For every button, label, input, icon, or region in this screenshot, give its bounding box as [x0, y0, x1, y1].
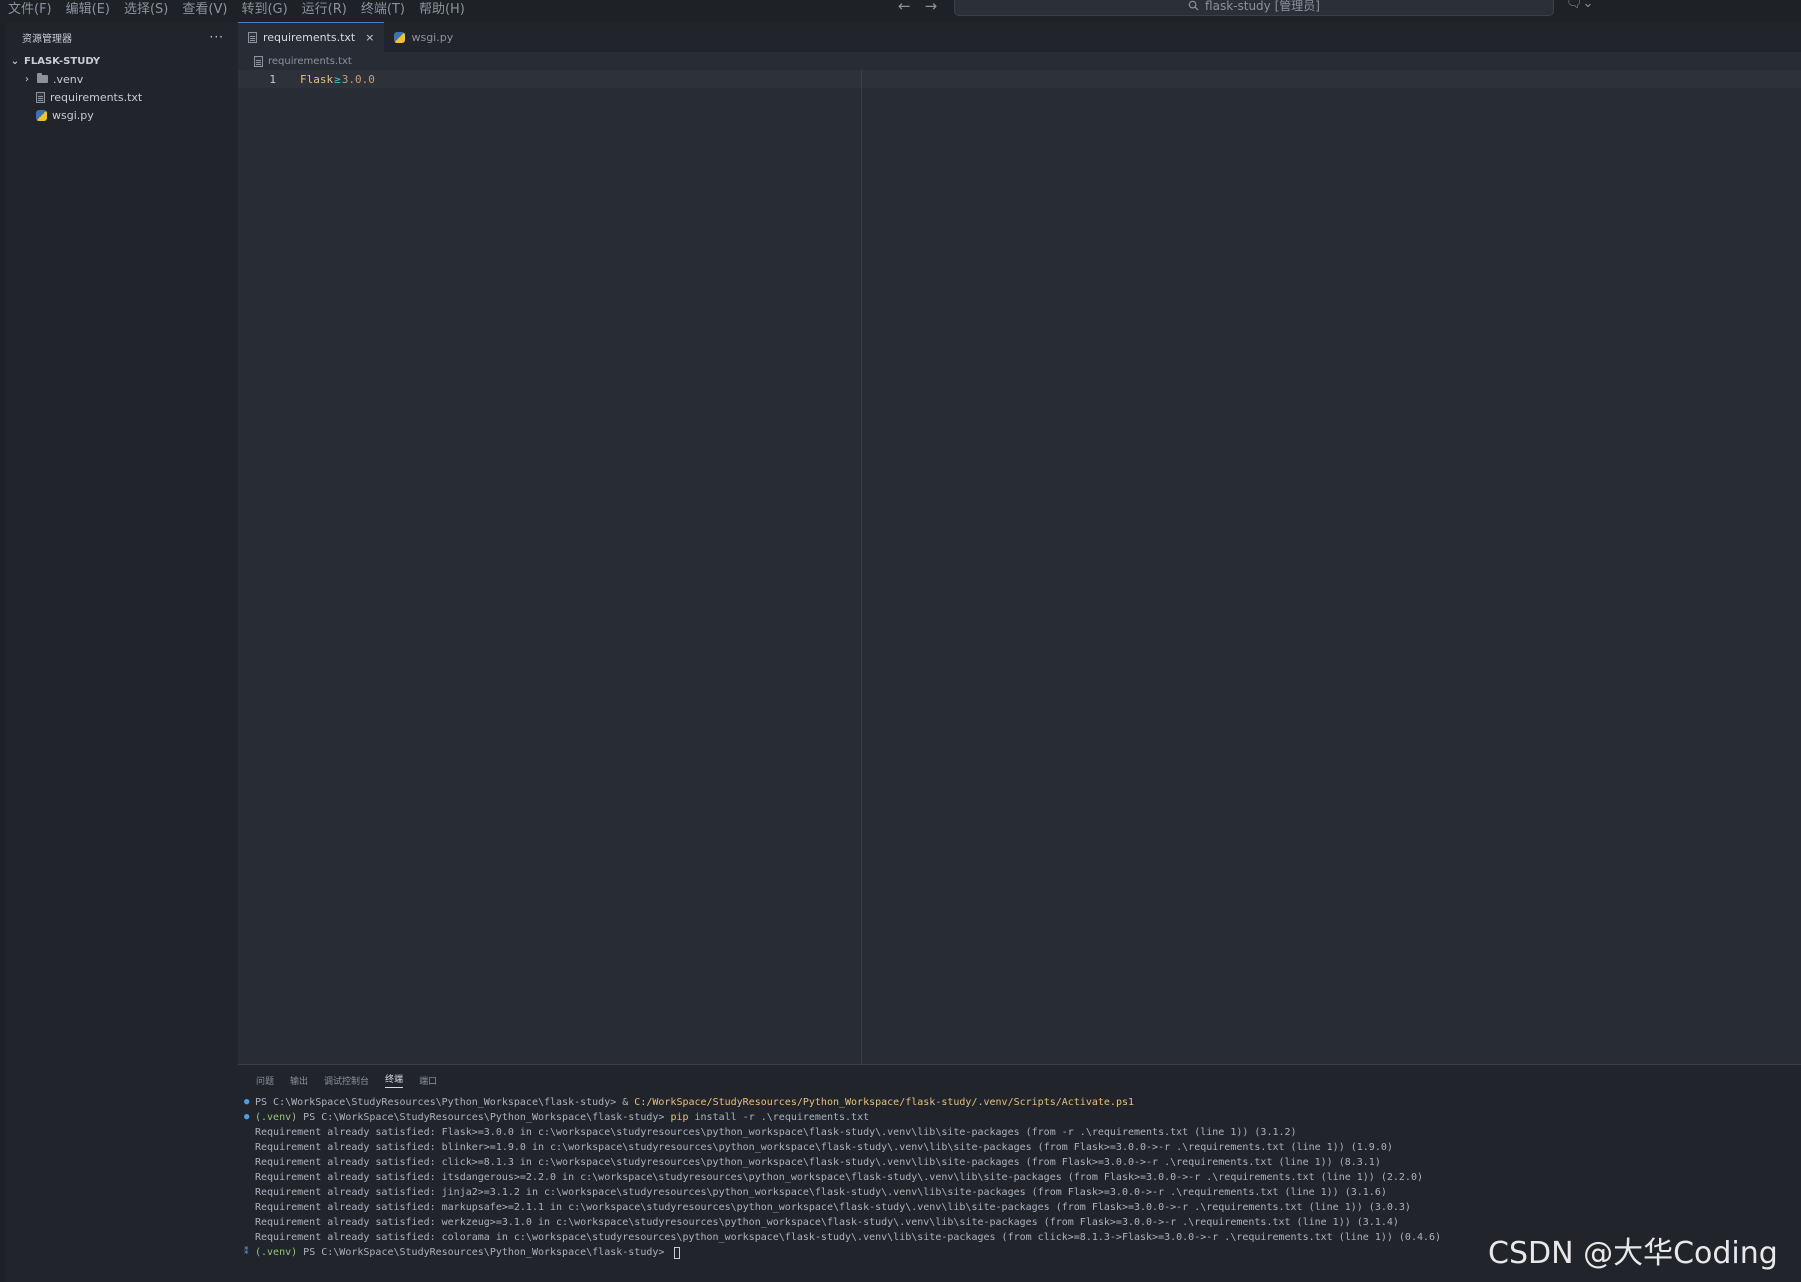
terminal-output-line: Requirement already satisfied: itsdanger…: [244, 1170, 1801, 1185]
tree-item-label: wsgi.py: [52, 108, 94, 122]
workspace-section-header[interactable]: ⌄ FLASK-STUDY: [6, 52, 238, 70]
title-bar: 文件(F) 编辑(E) 选择(S) 查看(V) 转到(G) 运行(R) 终端(T…: [0, 0, 1801, 22]
text-file-icon: [248, 32, 257, 43]
terminal-output-text: Requirement already satisfied: itsdanger…: [255, 1172, 1423, 1183]
tab-ports[interactable]: 端口: [419, 1074, 437, 1087]
terminal-prompt: PS C:\WorkSpace\StudyResources\Python_Wo…: [297, 1247, 671, 1258]
menu-selection[interactable]: 选择(S): [124, 0, 168, 17]
tab-output[interactable]: 输出: [290, 1074, 308, 1087]
tab-label: requirements.txt: [263, 31, 356, 44]
terminal-cursor: [674, 1246, 681, 1259]
text-file-icon: [254, 55, 263, 67]
terminal-output-text: Requirement already satisfied: werkzeug>…: [255, 1217, 1399, 1228]
token-operator: ≥: [334, 72, 341, 86]
folder-icon: [37, 73, 48, 83]
tree-item-wsgi[interactable]: wsgi.py: [6, 106, 238, 124]
text-file-icon: [36, 91, 45, 103]
code-text[interactable]: Flask≥3.0.0: [280, 73, 375, 86]
tree-item-requirements[interactable]: requirements.txt: [6, 88, 238, 106]
menu-bar: 文件(F) 编辑(E) 选择(S) 查看(V) 转到(G) 运行(R) 终端(T…: [0, 0, 465, 17]
command-decoration-icon[interactable]: ●: [244, 1095, 255, 1110]
nav-arrows: ← →: [898, 0, 937, 15]
menu-run[interactable]: 运行(R): [302, 0, 347, 17]
tab-requirements[interactable]: requirements.txt ×: [238, 22, 385, 52]
chat-icon[interactable]: 🗨⌄: [1566, 0, 1593, 11]
back-arrow-icon[interactable]: ←: [898, 0, 911, 15]
sidebar-title: 资源管理器: [22, 33, 72, 45]
terminal-output-line: Requirement already satisfied: markupsaf…: [244, 1200, 1801, 1215]
terminal-output-line: Requirement already satisfied: blinker>=…: [244, 1140, 1801, 1155]
terminal-line: ● (.venv) PS C:\WorkSpace\StudyResources\…: [244, 1110, 1801, 1125]
menu-edit[interactable]: 编辑(E): [66, 0, 110, 17]
venv-indicator: (.venv): [255, 1112, 298, 1123]
command-center[interactable]: flask-study [管理员]: [954, 0, 1554, 16]
token-version: 3.0.0: [341, 72, 375, 86]
python-file-icon: [394, 31, 406, 43]
ruler-line: [861, 70, 862, 1064]
tab-label: wsgi.py: [411, 30, 454, 44]
terminal-output-text: Requirement already satisfied: colorama …: [255, 1232, 1442, 1243]
terminal-output-text: Requirement already satisfied: markupsaf…: [255, 1202, 1411, 1213]
editor-area: requirements.txt × wsgi.py requirements.…: [238, 22, 1801, 1064]
tree-item-label: requirements.txt: [50, 90, 143, 104]
terminal-output-line: Requirement already satisfied: Flask>=3.…: [244, 1125, 1801, 1140]
search-icon: [1188, 0, 1199, 11]
venv-indicator: (.venv): [255, 1247, 298, 1258]
menu-file[interactable]: 文件(F): [8, 0, 52, 17]
explorer-sidebar: 资源管理器 ··· ⌄ FLASK-STUDY › .venv requirem…: [6, 22, 238, 1282]
terminal-script-path: C:/WorkSpace/StudyResources/Python_Works…: [634, 1097, 1134, 1108]
terminal-command: pip: [670, 1112, 689, 1123]
terminal-output-text: Requirement already satisfied: blinker>=…: [255, 1142, 1393, 1153]
watermark: CSDN @大华Coding: [1488, 1236, 1778, 1271]
command-center-text: flask-study [管理员]: [1205, 0, 1320, 13]
code-line[interactable]: 1 Flask≥3.0.0: [238, 70, 1801, 88]
chevron-down-icon: ⌄: [10, 55, 20, 67]
tab-debug-console[interactable]: 调试控制台: [324, 1074, 369, 1087]
forward-arrow-icon[interactable]: →: [925, 0, 938, 15]
panel-tabs: 问题 输出 调试控制台 终端 端口: [238, 1065, 1801, 1095]
menu-view[interactable]: 查看(V): [182, 0, 227, 17]
tab-problems[interactable]: 问题: [256, 1074, 274, 1087]
terminal-output-text: Requirement already satisfied: jinja2>=3…: [255, 1187, 1387, 1198]
terminal-output-text: Requirement already satisfied: click>=8.…: [255, 1157, 1381, 1168]
breadcrumb-file[interactable]: requirements.txt: [268, 56, 352, 67]
command-decoration-icon[interactable]: ●: [244, 1110, 255, 1125]
command-decoration-icon[interactable]: ⁑: [244, 1245, 255, 1260]
tab-terminal[interactable]: 终端: [385, 1072, 404, 1088]
chevron-right-icon: ›: [25, 73, 29, 85]
menu-terminal[interactable]: 终端(T): [361, 0, 405, 17]
line-number: 1: [269, 72, 276, 86]
tree-item-label: .venv: [53, 72, 84, 86]
more-actions-icon[interactable]: ···: [210, 30, 224, 44]
close-icon[interactable]: ×: [365, 31, 374, 44]
tree-item-venv[interactable]: › .venv: [6, 70, 238, 88]
terminal-line: ● PS C:\WorkSpace\StudyResources\Python_W…: [244, 1095, 1801, 1110]
terminal-output-line: Requirement already satisfied: click>=8.…: [244, 1155, 1801, 1170]
python-file-icon: [36, 109, 47, 121]
terminal-output-line: Requirement already satisfied: jinja2>=3…: [244, 1185, 1801, 1200]
workspace-name: FLASK-STUDY: [24, 55, 101, 67]
terminal-prompt: PS C:\WorkSpace\StudyResources\Python_Wo…: [255, 1097, 635, 1108]
terminal-args: install -r .\requirements.txt: [688, 1112, 870, 1123]
token-package: Flask: [300, 72, 334, 86]
terminal-prompt: PS C:\WorkSpace\StudyResources\Python_Wo…: [297, 1112, 671, 1123]
tab-wsgi[interactable]: wsgi.py: [384, 22, 463, 52]
breadcrumb: requirements.txt: [238, 52, 1801, 70]
sidebar-header: 资源管理器 ···: [6, 22, 238, 52]
editor-tabs: requirements.txt × wsgi.py: [238, 22, 1801, 52]
terminal-output-text: Requirement already satisfied: Flask>=3.…: [255, 1127, 1297, 1138]
menu-go[interactable]: 转到(G): [241, 0, 287, 17]
menu-help[interactable]: 帮助(H): [419, 0, 465, 17]
